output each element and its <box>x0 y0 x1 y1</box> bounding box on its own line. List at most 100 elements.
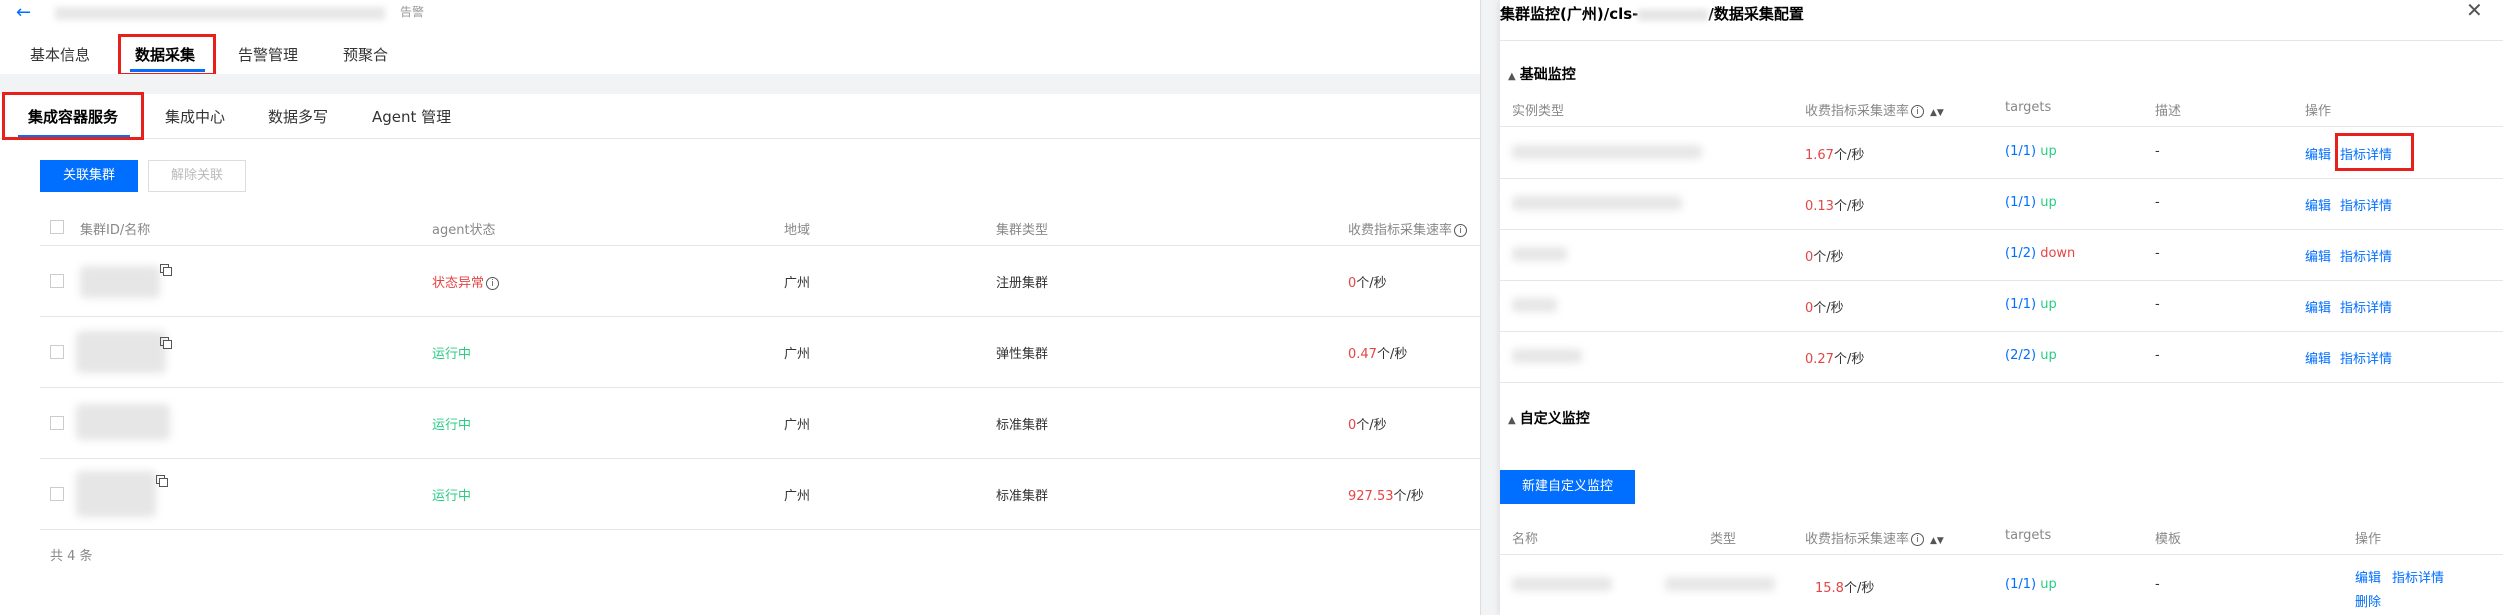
tab-alert-management[interactable]: 告警管理 <box>238 44 298 65</box>
new-custom-monitor-button[interactable]: 新建自定义监控 <box>1500 470 1635 504</box>
blurred-cluster-id <box>76 471 156 517</box>
copy-icon[interactable] <box>160 337 172 349</box>
custom-monitor-heading[interactable]: ▲ 自定义监控 <box>1508 408 1590 428</box>
column-agent-status: agent状态 <box>432 223 496 238</box>
metric-detail-link[interactable]: 指标详情 <box>2340 246 2392 265</box>
metric-detail-link[interactable]: 指标详情 <box>2340 348 2392 367</box>
description: - <box>2155 246 2160 261</box>
metric-detail-link[interactable]: 指标详情 <box>2340 297 2392 316</box>
region: 广州 <box>784 489 811 504</box>
description: - <box>2155 195 2160 210</box>
tab-basic-info[interactable]: 基本信息 <box>30 44 90 65</box>
sort-icon[interactable]: ▲▼ <box>1930 536 1944 546</box>
agent-status: 状态异常 i <box>432 272 500 291</box>
cluster-type: 弹性集群 <box>996 347 1049 362</box>
table-row: 状态异常 i 广州 注册集群 0个/秒 <box>40 246 1480 317</box>
delete-link[interactable]: 删除 <box>2355 591 2381 610</box>
custom-table-header: 名称 类型 收费指标采集速率 i ▲▼ targets 模板 操作 <box>1500 516 2503 555</box>
agent-status: 运行中 <box>432 489 472 504</box>
column-name: 名称 <box>1512 532 1539 547</box>
main-tabs: 基本信息 数据采集 告警管理 预聚合 <box>0 36 1480 75</box>
rate: 0个/秒 <box>1348 418 1387 433</box>
column-targets: targets <box>2005 528 2052 543</box>
info-icon[interactable]: i <box>1911 533 1925 546</box>
row-checkbox[interactable] <box>50 416 64 430</box>
agent-status: 运行中 <box>432 418 472 433</box>
drawer-title: 集群监控(广州)/cls-/数据采集配置 <box>1500 5 1804 23</box>
rate: 0个/秒 <box>1348 276 1387 291</box>
sort-icon[interactable]: ▲▼ <box>1930 108 1944 118</box>
rate: 0个/秒 <box>1805 301 1844 316</box>
info-icon[interactable]: i <box>1911 105 1925 118</box>
basic-row: 0个/秒 (1/1) up - 编辑 指标详情 <box>1500 280 2503 332</box>
blurred-instance-type <box>1512 145 1702 159</box>
region: 广州 <box>784 276 811 291</box>
copy-icon[interactable] <box>156 475 168 487</box>
blurred-cluster-id <box>76 404 170 440</box>
subtab-multi-write[interactable]: 数据多写 <box>268 106 328 127</box>
rate: 1.67个/秒 <box>1805 148 1865 163</box>
blurred-instance-type <box>1512 298 1557 312</box>
blurred-cluster-id <box>76 331 166 373</box>
info-icon[interactable]: i <box>1454 224 1468 237</box>
blurred-instance-type <box>1512 349 1582 363</box>
rate: 0.27个/秒 <box>1805 352 1865 367</box>
rate: 0.13个/秒 <box>1805 199 1865 214</box>
blurred-instance-type <box>1512 247 1567 261</box>
column-cluster-id: 集群ID/名称 <box>80 223 151 238</box>
targets: (1/1) up <box>2005 144 2057 159</box>
cluster-type: 标准集群 <box>996 489 1049 504</box>
edit-link[interactable]: 编辑 <box>2305 348 2331 367</box>
subtab-agent-management[interactable]: Agent 管理 <box>372 106 451 127</box>
select-all-checkbox[interactable] <box>50 220 64 234</box>
info-icon[interactable]: i <box>486 277 500 290</box>
drawer-header: 集群监控(广州)/cls-/数据采集配置 ✕ <box>1500 0 2503 41</box>
edit-link[interactable]: 编辑 <box>2305 246 2331 265</box>
region: 广州 <box>784 418 811 433</box>
agent-status: 运行中 <box>432 347 472 362</box>
table-header: 集群ID/名称 agent状态 地域 集群类型 收费指标采集速率 i <box>40 209 1480 246</box>
custom-row: 15.8个/秒 (1/1) up - 编辑 指标详情 删除 <box>1500 555 2503 615</box>
basic-row: 0个/秒 (1/2) down - 编辑 指标详情 <box>1500 229 2503 281</box>
basic-table-header: 实例类型 收费指标采集速率 i ▲▼ targets 描述 操作 <box>1500 88 2503 127</box>
edit-link[interactable]: 编辑 <box>2355 567 2381 586</box>
table-row: 运行中 广州 标准集群 927.53个/秒 <box>40 459 1480 530</box>
separator-band <box>0 74 1480 94</box>
blurred-instance-name <box>55 7 385 20</box>
basic-row: 0.27个/秒 (2/2) up - 编辑 指标详情 <box>1500 331 2503 383</box>
blurred-type <box>1665 577 1775 591</box>
back-arrow-icon[interactable]: ← <box>16 2 38 24</box>
blurred-instance-type <box>1512 196 1682 210</box>
cluster-type: 注册集群 <box>996 276 1049 291</box>
close-icon[interactable]: ✕ <box>2466 0 2483 20</box>
row-checkbox[interactable] <box>50 487 64 501</box>
column-rate: 收费指标采集速率 i ▲▼ <box>1805 104 1944 119</box>
column-region: 地域 <box>784 223 811 238</box>
basic-monitor-heading[interactable]: ▲ 基础监控 <box>1508 64 1576 84</box>
copy-icon[interactable] <box>160 264 172 276</box>
description: - <box>2155 297 2160 312</box>
metric-detail-link[interactable]: 指标详情 <box>2392 567 2444 586</box>
subtab-integration-center[interactable]: 集成中心 <box>165 106 225 127</box>
total-count: 共 4 条 <box>50 549 93 564</box>
rate: 0个/秒 <box>1805 250 1844 265</box>
column-type: 类型 <box>1710 532 1737 547</box>
description: - <box>2155 144 2160 159</box>
associate-cluster-button[interactable]: 关联集群 <box>40 160 138 192</box>
page-header: ← 告警 <box>0 0 1480 26</box>
edit-link[interactable]: 编辑 <box>2305 195 2331 214</box>
table-row: 运行中 广州 弹性集群 0.47个/秒 <box>40 317 1480 388</box>
edit-link[interactable]: 编辑 <box>2305 297 2331 316</box>
rate: 0.47个/秒 <box>1348 347 1408 362</box>
cluster-type: 标准集群 <box>996 418 1049 433</box>
disassociate-button[interactable]: 解除关联 <box>148 160 246 192</box>
metric-detail-link[interactable]: 指标详情 <box>2340 195 2392 214</box>
row-checkbox[interactable] <box>50 274 64 288</box>
basic-row: 0.13个/秒 (1/1) up - 编辑 指标详情 <box>1500 178 2503 230</box>
edit-link[interactable]: 编辑 <box>2305 144 2331 163</box>
tab-pre-aggregation[interactable]: 预聚合 <box>343 44 388 65</box>
row-checkbox[interactable] <box>50 345 64 359</box>
column-rate: 收费指标采集速率 i <box>1348 219 1468 238</box>
description: - <box>2155 348 2160 363</box>
blurred-cluster-id <box>80 266 160 298</box>
